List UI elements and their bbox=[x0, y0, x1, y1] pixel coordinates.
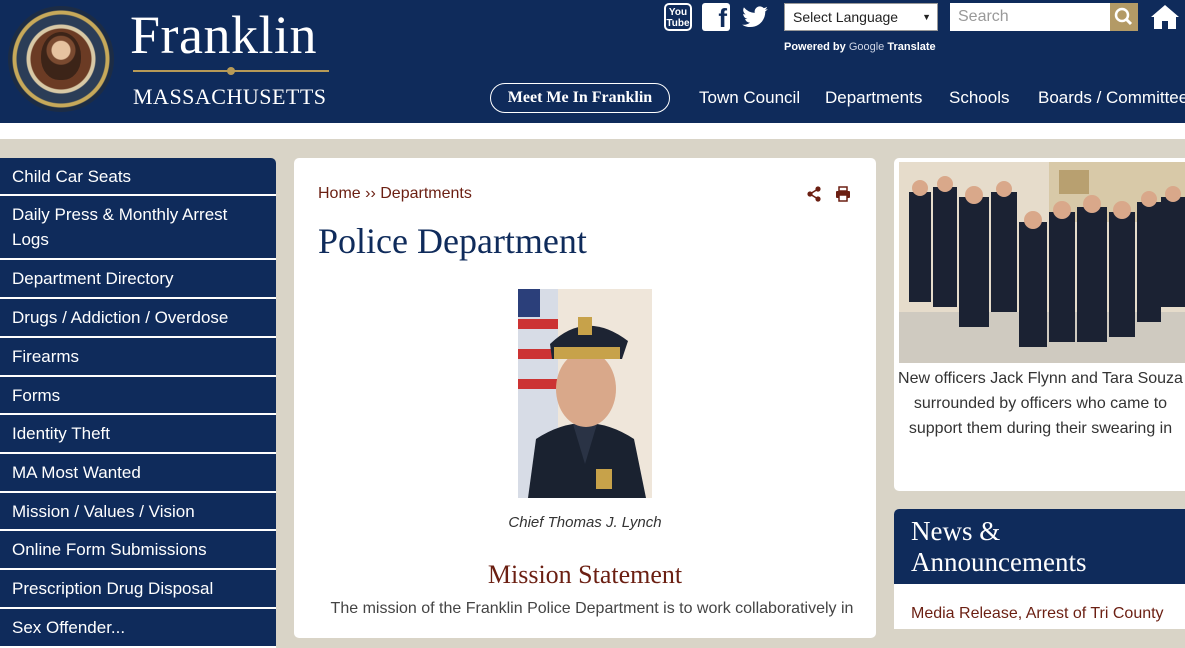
language-select-value: Select Language bbox=[793, 9, 899, 25]
search-icon bbox=[1114, 7, 1133, 26]
youtube-icon[interactable]: You Tube bbox=[664, 3, 692, 31]
nav-departments[interactable]: Departments bbox=[825, 88, 922, 108]
share-icon[interactable] bbox=[806, 186, 822, 202]
search-input[interactable]: Search bbox=[950, 3, 1110, 31]
page-title: Police Department bbox=[318, 221, 587, 261]
breadcrumb: Home ›› Departments bbox=[318, 185, 472, 203]
google-logo-text: Google bbox=[848, 41, 885, 53]
sidebar-item-ma-most-wanted[interactable]: MA Most Wanted bbox=[0, 454, 276, 493]
powered-by-google-translate[interactable]: Powered by Google Translate bbox=[784, 41, 936, 53]
chief-portrait-image bbox=[518, 289, 652, 498]
search-button[interactable] bbox=[1110, 3, 1138, 31]
sidebar-item-sex-offender[interactable]: Sex Offender... bbox=[0, 609, 276, 648]
header-underbar bbox=[0, 123, 1185, 139]
brand-divider-dot bbox=[227, 67, 235, 75]
nav-meet-me-in-franklin[interactable]: Meet Me In Franklin bbox=[490, 83, 670, 113]
seal-portrait bbox=[41, 32, 81, 80]
sidebar-item-mission-values[interactable]: Mission / Values / Vision bbox=[0, 493, 276, 531]
facebook-icon[interactable]: f bbox=[702, 3, 730, 33]
home-icon[interactable] bbox=[1149, 3, 1181, 31]
powered-by-label: Powered by bbox=[784, 41, 846, 53]
group-photo-illustration bbox=[899, 162, 1185, 363]
photo-caption: New officers Jack Flynn and Tara Souza s… bbox=[898, 370, 1183, 437]
sidebar-item-forms[interactable]: Forms bbox=[0, 377, 276, 415]
mission-text: The mission of the Franklin Police Depar… bbox=[330, 600, 854, 617]
nav-schools[interactable]: Schools bbox=[949, 88, 1009, 108]
sidebar-item-online-form-submissions[interactable]: Online Form Submissions bbox=[0, 531, 276, 570]
brand-title[interactable]: Franklin bbox=[130, 4, 317, 66]
portrait-caption: Chief Thomas J. Lynch bbox=[508, 514, 662, 531]
nav-boards-committees[interactable]: Boards / Committees bbox=[1038, 88, 1185, 108]
sidebar-item-child-car-seats[interactable]: Child Car Seats bbox=[0, 158, 276, 196]
breadcrumb-departments[interactable]: Departments bbox=[380, 185, 472, 202]
portrait-illustration bbox=[518, 289, 652, 498]
language-select[interactable]: Select Language ▼ bbox=[784, 3, 938, 31]
sidebar-item-identity-theft[interactable]: Identity Theft bbox=[0, 415, 276, 454]
sidebar-item-prescription-drug-disposal[interactable]: Prescription Drug Disposal bbox=[0, 570, 276, 609]
sidebar-item-department-directory[interactable]: Department Directory bbox=[0, 260, 276, 299]
breadcrumb-separator: ›› bbox=[365, 185, 376, 202]
mission-heading: Mission Statement bbox=[487, 560, 683, 589]
news-announcements-card: News & Announcements Media Release, Arre… bbox=[894, 509, 1185, 629]
sidebar-item-firearms[interactable]: Firearms bbox=[0, 338, 276, 377]
nav-town-council[interactable]: Town Council bbox=[699, 88, 800, 108]
main-content-card: Home ›› Departments Police Department Ch… bbox=[294, 158, 876, 638]
chevron-down-icon: ▼ bbox=[922, 12, 931, 22]
sidebar-item-daily-press-logs[interactable]: Daily Press & Monthly Arrest Logs bbox=[0, 196, 276, 260]
news-header: News & Announcements bbox=[894, 509, 1185, 584]
site-header: Franklin MASSACHUSETTS You Tube f Select … bbox=[0, 0, 1185, 123]
breadcrumb-home[interactable]: Home bbox=[318, 185, 361, 202]
town-seal-logo[interactable] bbox=[8, 6, 114, 112]
officers-group-photo[interactable] bbox=[899, 162, 1185, 363]
translate-label: Translate bbox=[887, 41, 936, 53]
twitter-icon[interactable] bbox=[738, 3, 772, 31]
news-item-link[interactable]: Media Release, Arrest of Tri County bbox=[911, 605, 1164, 623]
sidebar-item-drugs-addiction[interactable]: Drugs / Addiction / Overdose bbox=[0, 299, 276, 338]
featured-photo-card: New officers Jack Flynn and Tara Souza s… bbox=[894, 158, 1185, 491]
print-icon[interactable] bbox=[835, 186, 851, 202]
sidebar-menu: Child Car Seats Daily Press & Monthly Ar… bbox=[0, 158, 276, 648]
news-title[interactable]: News & Announcements bbox=[911, 516, 1171, 578]
brand-subtitle: MASSACHUSETTS bbox=[133, 84, 327, 109]
